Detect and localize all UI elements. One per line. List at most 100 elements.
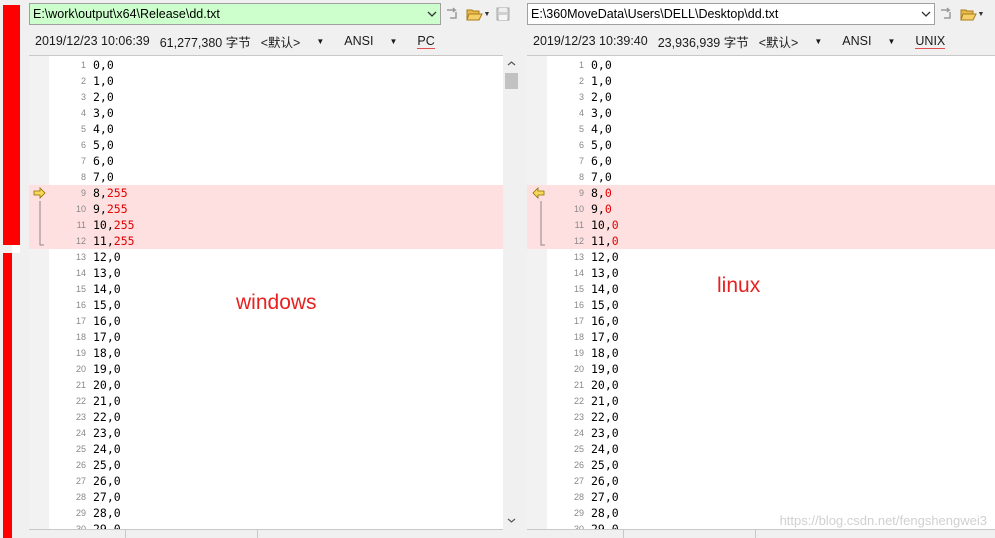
code-line[interactable]: 29 28,0 bbox=[29, 505, 503, 521]
code-line[interactable]: 10 9,255 bbox=[29, 201, 503, 217]
left-vertical-scrollbar[interactable] bbox=[503, 55, 520, 529]
code-line[interactable]: 2 1,0 bbox=[29, 73, 503, 89]
code-line[interactable]: 10 9,0 bbox=[527, 201, 995, 217]
code-line[interactable]: 11 10,0 bbox=[527, 217, 995, 233]
code-line[interactable]: 25 24,0 bbox=[29, 441, 503, 457]
line-number: 16 bbox=[75, 300, 86, 310]
code-line[interactable]: 12 11,0 bbox=[527, 233, 995, 249]
code-line[interactable]: 21 20,0 bbox=[29, 377, 503, 393]
chevron-down-icon[interactable] bbox=[917, 4, 934, 24]
code-line[interactable]: 20 19,0 bbox=[527, 361, 995, 377]
code-line[interactable]: 15 14,0 bbox=[527, 281, 995, 297]
code-line[interactable]: 28 27,0 bbox=[29, 489, 503, 505]
encoding-default-select[interactable]: <默认> ▼ bbox=[261, 32, 335, 51]
code-line[interactable]: 11 10,255 bbox=[29, 217, 503, 233]
code-line[interactable]: 6 5,0 bbox=[29, 137, 503, 153]
line-text-base: 6, bbox=[591, 154, 605, 168]
line-text: 21,0 bbox=[591, 393, 619, 409]
line-number: 5 bbox=[578, 124, 584, 134]
code-line[interactable]: 4 3,0 bbox=[29, 105, 503, 121]
overview-diff-marker bbox=[3, 5, 20, 245]
line-text-base: 8, bbox=[93, 186, 107, 200]
code-line[interactable]: 21 20,0 bbox=[527, 377, 995, 393]
code-line[interactable]: 14 13,0 bbox=[29, 265, 503, 281]
line-text: 0,0 bbox=[591, 57, 612, 73]
code-line[interactable]: 18 17,0 bbox=[29, 329, 503, 345]
line-text-base: 28, bbox=[591, 506, 612, 520]
line-text: 24,0 bbox=[93, 441, 121, 457]
line-number: 24 bbox=[75, 428, 86, 438]
right-path-combobox[interactable]: E:\360MoveData\Users\DELL\Desktop\dd.txt bbox=[527, 3, 935, 25]
code-line[interactable]: 20 19,0 bbox=[29, 361, 503, 377]
code-line[interactable]: 17 16,0 bbox=[29, 313, 503, 329]
code-line[interactable]: 30 29,0 bbox=[29, 521, 503, 529]
line-text: 29,0 bbox=[93, 521, 121, 529]
line-ending-label[interactable]: UNIX bbox=[915, 34, 946, 49]
code-line[interactable]: 23 22,0 bbox=[29, 409, 503, 425]
code-line[interactable]: 24 23,0 bbox=[29, 425, 503, 441]
code-line[interactable]: 19 18,0 bbox=[29, 345, 503, 361]
charset-select[interactable]: ANSI ▼ bbox=[842, 34, 905, 48]
code-line[interactable]: 26 25,0 bbox=[527, 457, 995, 473]
left-path-combobox[interactable]: E:\work\output\x64\Release\dd.txt bbox=[29, 3, 441, 25]
diff-overview-bar[interactable] bbox=[0, 0, 24, 538]
chevron-down-icon[interactable]: ▼ bbox=[483, 4, 491, 24]
line-number: 12 bbox=[75, 236, 86, 246]
scroll-down-icon[interactable] bbox=[503, 512, 520, 529]
code-line[interactable]: 24 23,0 bbox=[527, 425, 995, 441]
code-line[interactable]: 23 22,0 bbox=[527, 409, 995, 425]
code-line[interactable]: 18 17,0 bbox=[527, 329, 995, 345]
code-line[interactable]: 8 7,0 bbox=[527, 169, 995, 185]
chevron-down-icon[interactable] bbox=[423, 4, 440, 24]
code-line[interactable]: 4 3,0 bbox=[527, 105, 995, 121]
right-editor[interactable]: 1 0,0 2 1,0 3 2,0 4 3,0 5 4,0 6 5,0 7 6,0 8 7,0 9 8,0 10 9,… bbox=[527, 55, 995, 529]
code-line[interactable]: 3 2,0 bbox=[29, 89, 503, 105]
code-line[interactable]: 27 26,0 bbox=[29, 473, 503, 489]
scroll-thumb[interactable] bbox=[505, 73, 518, 89]
status-cell bbox=[125, 530, 126, 538]
code-line[interactable]: 2 1,0 bbox=[527, 73, 995, 89]
code-line[interactable]: 3 2,0 bbox=[527, 89, 995, 105]
code-line[interactable]: 28 27,0 bbox=[527, 489, 995, 505]
code-line[interactable]: 8 7,0 bbox=[29, 169, 503, 185]
file-datetime: 2019/12/23 10:06:39 bbox=[35, 34, 150, 48]
open-folder-icon[interactable] bbox=[959, 4, 977, 24]
code-line[interactable]: 5 4,0 bbox=[527, 121, 995, 137]
code-line[interactable]: 26 25,0 bbox=[29, 457, 503, 473]
code-line[interactable]: 25 24,0 bbox=[527, 441, 995, 457]
code-line[interactable]: 12 11,255 bbox=[29, 233, 503, 249]
code-line[interactable]: 27 26,0 bbox=[527, 473, 995, 489]
save-icon[interactable] bbox=[494, 4, 512, 24]
chevron-down-icon[interactable]: ▼ bbox=[977, 4, 985, 24]
code-line[interactable]: 1 0,0 bbox=[527, 57, 995, 73]
swap-arrow-icon[interactable] bbox=[444, 4, 462, 24]
line-ending-label[interactable]: PC bbox=[417, 34, 435, 49]
code-line[interactable]: 6 5,0 bbox=[527, 137, 995, 153]
charset-select[interactable]: ANSI ▼ bbox=[344, 34, 407, 48]
line-text-base: 11, bbox=[591, 234, 612, 248]
line-text-base: 24, bbox=[93, 442, 114, 456]
line-text-value: 0 bbox=[113, 474, 121, 488]
encoding-default-select[interactable]: <默认> ▼ bbox=[759, 32, 833, 51]
code-line[interactable]: 13 12,0 bbox=[527, 249, 995, 265]
code-line[interactable]: 22 21,0 bbox=[527, 393, 995, 409]
code-line[interactable]: 16 15,0 bbox=[527, 297, 995, 313]
swap-arrow-icon[interactable] bbox=[938, 4, 956, 24]
line-number: 27 bbox=[75, 476, 86, 486]
code-line[interactable]: 7 6,0 bbox=[29, 153, 503, 169]
line-text: 18,0 bbox=[591, 345, 619, 361]
code-line[interactable]: 5 4,0 bbox=[29, 121, 503, 137]
code-line[interactable]: 1 0,0 bbox=[29, 57, 503, 73]
code-line[interactable]: 9 8,255 bbox=[29, 185, 503, 201]
code-line[interactable]: 7 6,0 bbox=[527, 153, 995, 169]
code-line[interactable]: 13 12,0 bbox=[29, 249, 503, 265]
line-text: 22,0 bbox=[591, 409, 619, 425]
scroll-up-icon[interactable] bbox=[503, 55, 520, 72]
code-line[interactable]: 22 21,0 bbox=[29, 393, 503, 409]
code-line[interactable]: 17 16,0 bbox=[527, 313, 995, 329]
open-folder-icon[interactable] bbox=[465, 4, 483, 24]
code-line[interactable]: 9 8,0 bbox=[527, 185, 995, 201]
line-text: 16,0 bbox=[93, 313, 121, 329]
code-line[interactable]: 19 18,0 bbox=[527, 345, 995, 361]
code-line[interactable]: 14 13,0 bbox=[527, 265, 995, 281]
